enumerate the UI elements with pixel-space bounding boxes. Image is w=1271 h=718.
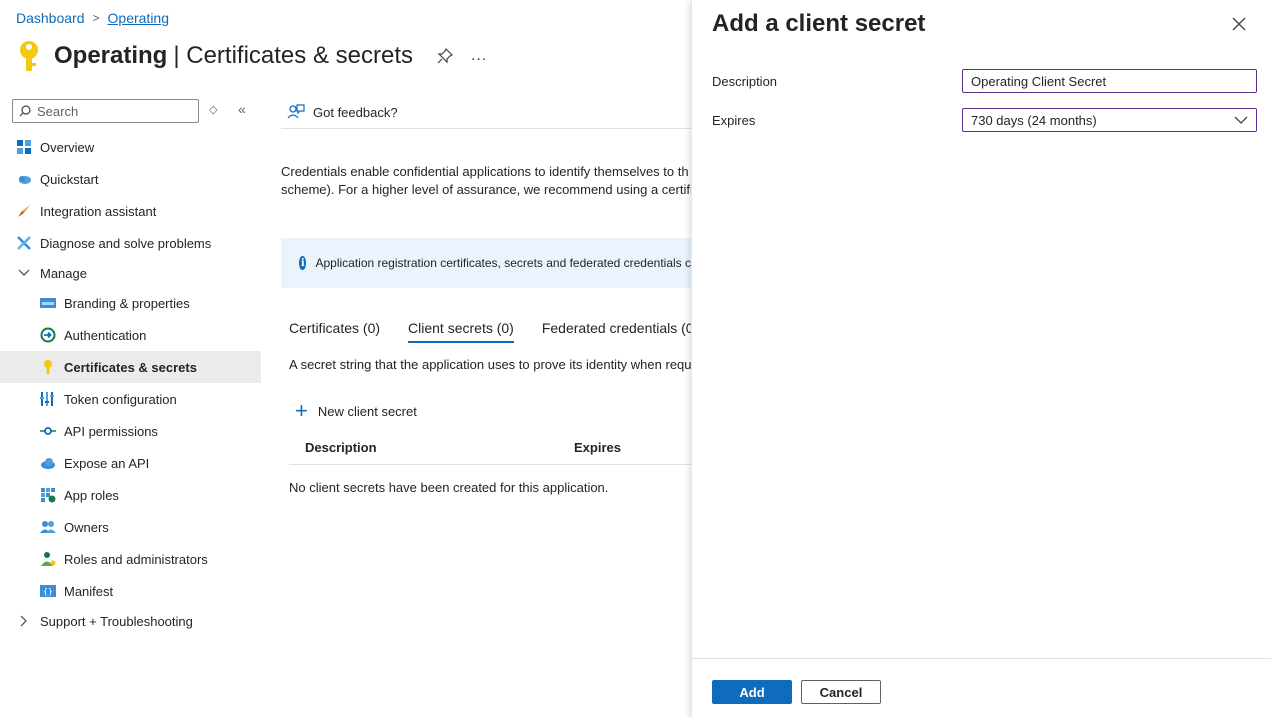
sidebar-item-label: Manage bbox=[40, 265, 87, 281]
breadcrumb-separator: > bbox=[92, 11, 100, 25]
description-line-1: Credentials enable confidential applicat… bbox=[281, 164, 689, 179]
breadcrumb-operating[interactable]: Operating bbox=[108, 10, 169, 26]
sidebar-item-manifest[interactable]: {} Manifest bbox=[0, 575, 261, 607]
secrets-table-header: Description Expires bbox=[289, 430, 691, 465]
description-label: Description bbox=[712, 74, 778, 89]
sort-updown-icon[interactable]: ◇ bbox=[209, 103, 217, 116]
sidebar-item-authentication[interactable]: Authentication bbox=[0, 319, 261, 351]
tab-bar: Certificates (0) Client secrets (0) Fede… bbox=[289, 314, 698, 343]
sidebar-item-label: Manifest bbox=[64, 583, 114, 599]
sidebar-item-app-roles[interactable]: App roles bbox=[0, 479, 261, 511]
plus-icon: + bbox=[295, 398, 308, 423]
collapse-sidebar-icon[interactable]: « bbox=[238, 101, 246, 117]
sidebar-item-quickstart[interactable]: Quickstart bbox=[0, 163, 261, 195]
empty-table-message: No client secrets have been created for … bbox=[289, 480, 609, 495]
tab-federated-credentials[interactable]: Federated credentials (0) bbox=[542, 314, 698, 342]
new-client-secret-button[interactable]: + New client secret bbox=[295, 398, 417, 423]
sidebar-item-certificates-secrets[interactable]: Certificates & secrets bbox=[0, 351, 261, 383]
sidebar-item-label: Quickstart bbox=[40, 171, 99, 187]
key-icon bbox=[40, 359, 56, 375]
breadcrumb: Dashboard > Operating bbox=[16, 10, 169, 26]
sidebar-item-label: Certificates & secrets bbox=[64, 359, 197, 375]
search-icon bbox=[19, 105, 31, 117]
sidebar-item-roles-administrators[interactable]: Roles and administrators bbox=[0, 543, 261, 575]
tab-certificates[interactable]: Certificates (0) bbox=[289, 314, 380, 342]
sidebar-item-label: Expose an API bbox=[64, 455, 150, 471]
expires-selected-value: 730 days (24 months) bbox=[971, 112, 1097, 128]
cancel-button[interactable]: Cancel bbox=[801, 680, 881, 704]
info-banner-text: Application registration certificates, s… bbox=[315, 256, 691, 270]
panel-title: Add a client secret bbox=[712, 10, 926, 37]
column-description: Description bbox=[305, 440, 377, 455]
column-expires: Expires bbox=[574, 440, 621, 455]
owners-icon bbox=[40, 519, 56, 535]
sidebar-item-label: App roles bbox=[64, 487, 119, 503]
cloud-api-icon bbox=[40, 455, 56, 471]
chevron-down-icon bbox=[16, 269, 32, 277]
tab-description: A secret string that the application use… bbox=[289, 357, 691, 372]
app-roles-icon bbox=[40, 487, 56, 503]
breadcrumb-dashboard[interactable]: Dashboard bbox=[16, 10, 85, 26]
sidebar-group-manage[interactable]: Manage bbox=[0, 259, 261, 287]
feedback-label: Got feedback? bbox=[313, 104, 398, 120]
authentication-icon bbox=[40, 327, 56, 343]
token-bars-icon bbox=[40, 391, 56, 407]
sidebar-item-expose-api[interactable]: Expose an API bbox=[0, 447, 261, 479]
sidebar-item-branding[interactable]: Branding & properties bbox=[0, 287, 261, 319]
feedback-icon bbox=[287, 104, 305, 119]
page-header: Operating | Certificates & secrets ... bbox=[16, 38, 487, 74]
sidebar-item-diagnose[interactable]: Diagnose and solve problems bbox=[0, 227, 261, 259]
key-icon bbox=[20, 41, 38, 71]
pin-icon[interactable] bbox=[437, 48, 453, 64]
info-banner: i Application registration certificates,… bbox=[281, 238, 691, 288]
sidebar-item-label: Authentication bbox=[64, 327, 147, 343]
info-icon: i bbox=[299, 256, 307, 270]
sidebar-item-label: Support + Troubleshooting bbox=[40, 613, 193, 629]
sidebar-nav: Overview Quickstart Integration assistan… bbox=[0, 131, 261, 635]
page-subtitle: | Certificates & secrets bbox=[173, 42, 413, 69]
sidebar-item-label: Owners bbox=[64, 519, 109, 535]
chevron-down-icon bbox=[1234, 116, 1248, 124]
expires-label: Expires bbox=[712, 113, 756, 128]
wrench-icon bbox=[16, 235, 32, 251]
description-line-2: scheme). For a higher level of assurance… bbox=[281, 182, 691, 197]
rocket-icon bbox=[16, 203, 32, 219]
panel-footer: Add Cancel bbox=[692, 658, 1271, 718]
tab-client-secrets[interactable]: Client secrets (0) bbox=[408, 314, 514, 343]
sidebar-item-label: Integration assistant bbox=[40, 203, 157, 219]
sidebar-item-overview[interactable]: Overview bbox=[0, 131, 261, 163]
cloud-icon bbox=[16, 171, 32, 187]
search-input[interactable] bbox=[37, 103, 187, 119]
page-title: Operating bbox=[54, 42, 168, 69]
sidebar-group-support[interactable]: Support + Troubleshooting bbox=[0, 607, 261, 635]
sidebar-item-label: Branding & properties bbox=[64, 295, 190, 311]
credentials-description: Credentials enable confidential applicat… bbox=[281, 163, 691, 199]
sidebar-item-api-permissions[interactable]: API permissions bbox=[0, 415, 261, 447]
expires-select[interactable]: 730 days (24 months) bbox=[962, 108, 1257, 132]
sidebar-item-integration[interactable]: Integration assistant bbox=[0, 195, 261, 227]
search-box[interactable] bbox=[12, 99, 199, 123]
grid-icon bbox=[16, 139, 32, 155]
add-client-secret-panel: Add a client secret Description Expires … bbox=[691, 0, 1271, 718]
svg-text:{}: {} bbox=[43, 587, 53, 596]
sidebar-item-token-configuration[interactable]: Token configuration bbox=[0, 383, 261, 415]
sidebar-item-label: Overview bbox=[40, 139, 95, 155]
more-options-button[interactable]: ... bbox=[471, 47, 487, 65]
sidebar-item-label: Roles and administrators bbox=[64, 551, 208, 567]
close-icon[interactable] bbox=[1231, 16, 1247, 32]
manifest-icon: {} bbox=[40, 583, 56, 599]
description-input[interactable] bbox=[962, 69, 1257, 93]
sidebar-item-label: API permissions bbox=[64, 423, 158, 439]
add-button[interactable]: Add bbox=[712, 680, 792, 704]
branding-icon bbox=[40, 295, 56, 311]
chevron-right-icon bbox=[16, 615, 32, 627]
new-client-secret-label: New client secret bbox=[317, 403, 417, 419]
sidebar-item-owners[interactable]: Owners bbox=[0, 511, 261, 543]
sidebar-item-label: Token configuration bbox=[64, 391, 177, 407]
sidebar-item-label: Diagnose and solve problems bbox=[40, 235, 212, 251]
feedback-button[interactable]: Got feedback? bbox=[281, 96, 701, 129]
roles-admins-icon bbox=[40, 551, 56, 567]
api-permissions-icon bbox=[40, 423, 56, 439]
